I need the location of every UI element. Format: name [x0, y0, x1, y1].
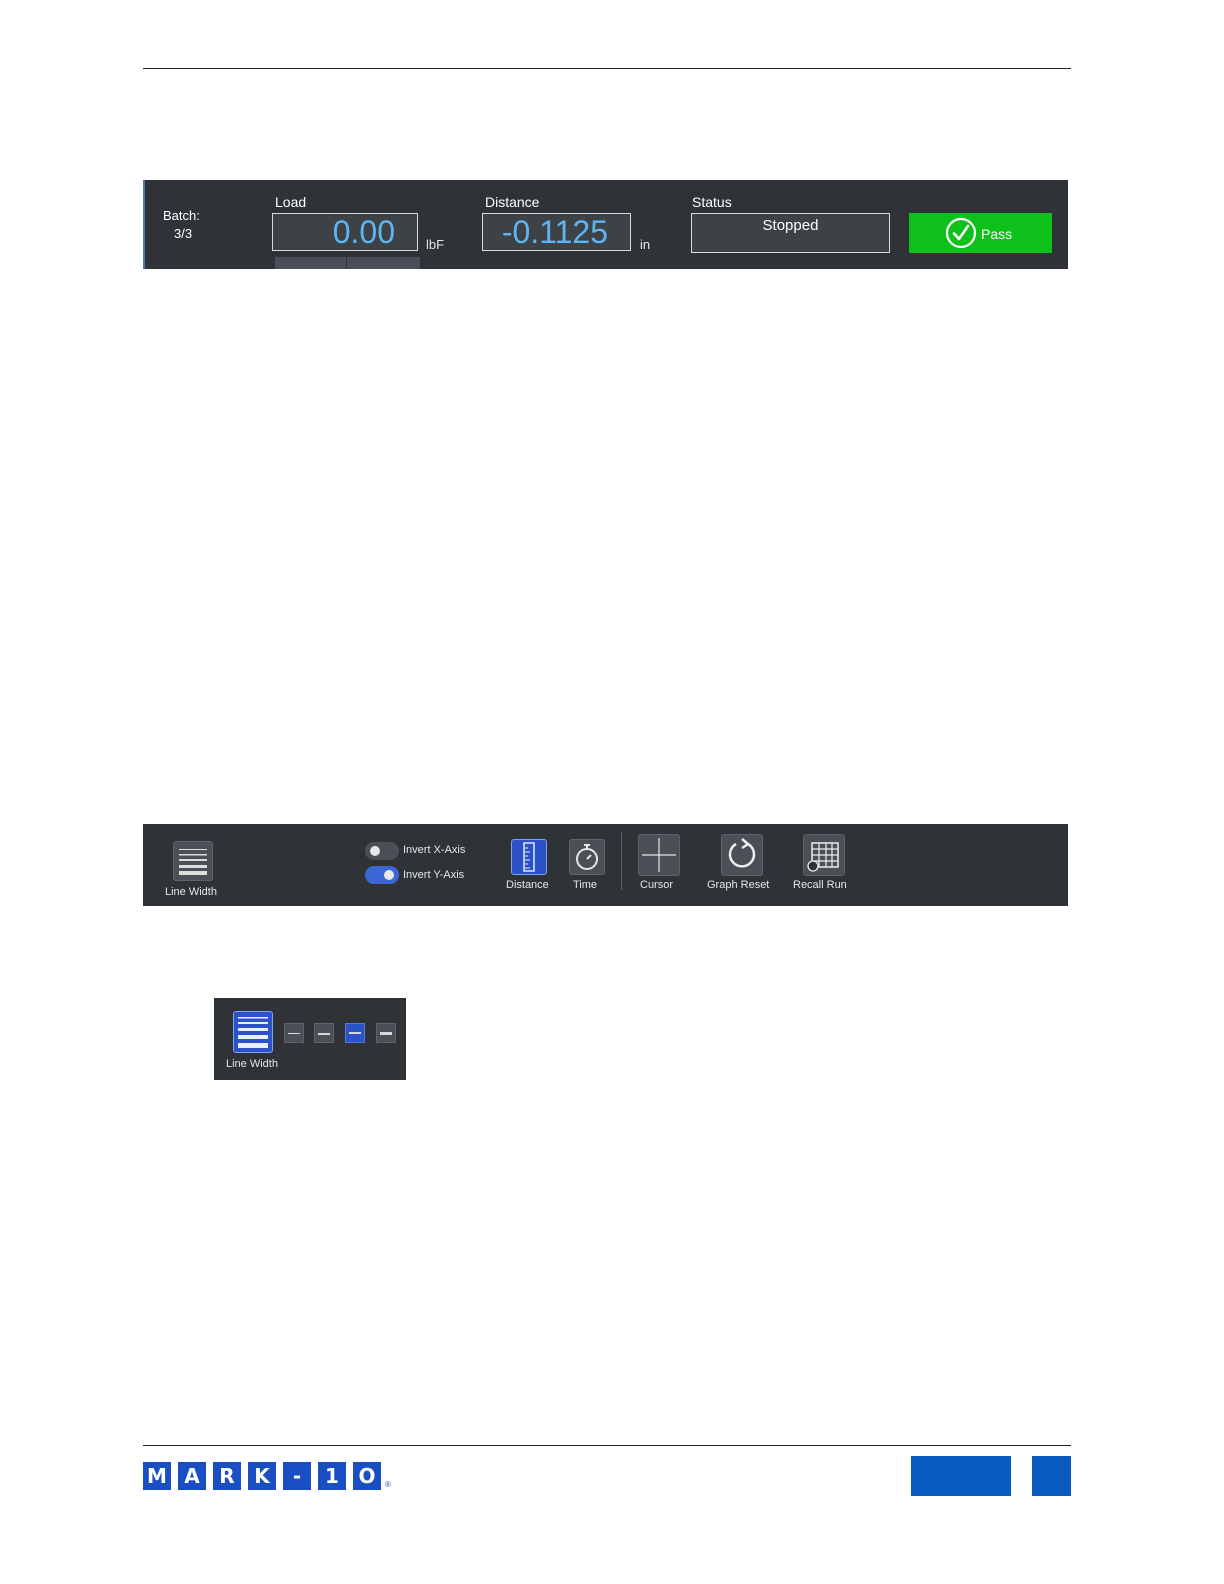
line-sample	[318, 1033, 330, 1035]
line-width-button[interactable]	[173, 841, 213, 881]
line-width-label: Line Width	[165, 886, 217, 898]
graph-toolbar: Line Width Invert X-Axis Invert Y-Axis D…	[143, 824, 1068, 906]
logo-letter: K	[248, 1462, 276, 1490]
line-width-option-4[interactable]	[376, 1023, 396, 1043]
line-sample	[349, 1032, 361, 1034]
registered-mark: ®	[385, 1480, 391, 1489]
invert-x-toggle[interactable]	[365, 842, 399, 860]
logo-letter: 1	[318, 1462, 346, 1490]
logo-letter: -	[283, 1462, 311, 1490]
table-recall-icon	[807, 842, 839, 872]
load-tare-strip[interactable]	[275, 257, 420, 269]
line-width-icon	[238, 1017, 268, 1048]
distance-axis-button[interactable]	[511, 839, 547, 875]
load-unit: lbF	[426, 237, 445, 252]
time-axis-label: Time	[573, 879, 598, 891]
logo-letter: A	[178, 1462, 206, 1490]
line-width-popup: Line Width	[214, 998, 406, 1080]
time-axis-button[interactable]	[569, 839, 605, 875]
graph-reset-button[interactable]	[721, 834, 763, 876]
stopwatch-icon	[576, 844, 598, 870]
footer-section-box	[911, 1456, 1011, 1496]
toggle-knob	[370, 846, 380, 856]
line-width-option-3[interactable]	[345, 1023, 365, 1043]
toggle-knob	[384, 870, 394, 880]
logo-letter: R	[213, 1462, 241, 1490]
invert-x-label: Invert X-Axis	[403, 844, 466, 856]
line-width-option-2[interactable]	[314, 1023, 334, 1043]
load-readout: 0.00	[272, 213, 418, 251]
pass-indicator: Pass	[909, 213, 1052, 253]
crosshair-icon	[642, 838, 676, 872]
line-width-option-1[interactable]	[284, 1023, 304, 1043]
distance-title: Distance	[485, 194, 540, 210]
cursor-button[interactable]	[638, 834, 680, 876]
pass-label: Pass	[981, 226, 1013, 242]
status-title: Status	[692, 194, 732, 210]
refresh-icon	[728, 838, 756, 868]
ruler-icon	[523, 842, 535, 872]
batch-label: Batch:	[163, 208, 200, 223]
distance-unit: in	[640, 237, 651, 252]
header-rule	[143, 68, 1071, 69]
load-title: Load	[275, 194, 307, 210]
recall-run-label: Recall Run	[793, 879, 847, 891]
batch-value: 3/3	[174, 226, 193, 241]
recall-run-button[interactable]	[803, 834, 845, 876]
logo-letter: O	[353, 1462, 381, 1490]
invert-y-toggle[interactable]	[365, 866, 399, 884]
graph-reset-label: Graph Reset	[707, 879, 770, 891]
line-width-popup-label: Line Width	[226, 1058, 278, 1070]
footer-page-box	[1032, 1456, 1071, 1496]
line-sample	[380, 1032, 392, 1035]
status-readout: Stopped	[691, 213, 890, 253]
cursor-label: Cursor	[640, 879, 674, 891]
line-width-button[interactable]	[233, 1011, 273, 1053]
logo-letter: M	[143, 1462, 171, 1490]
line-sample	[288, 1033, 300, 1034]
status-panel: Batch: 3/3 Load 0.00 lbF Distance -0.112…	[143, 180, 1068, 269]
line-width-icon	[179, 849, 207, 875]
distance-readout: -0.1125	[482, 213, 631, 251]
check-circle-icon	[945, 217, 977, 249]
invert-y-label: Invert Y-Axis	[403, 869, 465, 881]
distance-axis-label: Distance	[506, 879, 549, 891]
footer-rule	[143, 1445, 1071, 1446]
toolbar-divider	[621, 832, 622, 890]
